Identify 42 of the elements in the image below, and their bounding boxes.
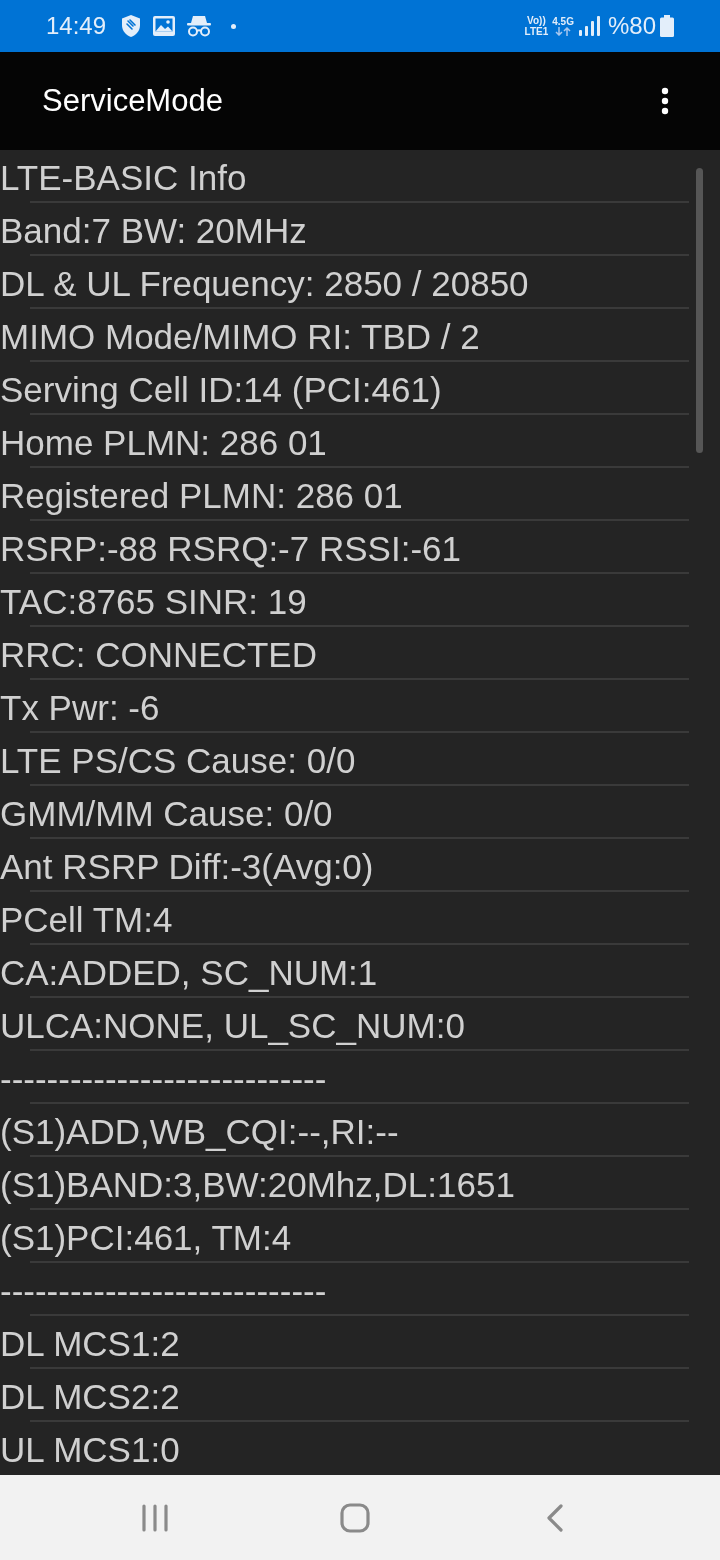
info-line: LTE-BASIC Info (0, 158, 247, 198)
info-line: Registered PLMN: 286 01 (0, 476, 403, 516)
home-icon[interactable] (340, 1502, 370, 1533)
info-line: RSRP:-88 RSRQ:-7 RSSI:-61 (0, 529, 461, 569)
info-line: LTE PS/CS Cause: 0/0 (0, 741, 356, 781)
network-type-label: 4.5G (552, 16, 574, 27)
shield-icon (120, 14, 143, 38)
info-line: DL & UL Frequency: 2850 / 20850 (0, 264, 529, 304)
dot-icon (231, 23, 237, 29)
image-icon (153, 16, 176, 36)
app-title: ServiceMode (42, 83, 223, 119)
more-options-icon[interactable] (661, 87, 669, 115)
battery-icon (660, 15, 674, 37)
data-arrows-icon (555, 27, 572, 36)
back-icon[interactable] (547, 1503, 563, 1532)
info-line: (S1)BAND:3,BW:20Mhz,DL:1651 (0, 1165, 515, 1205)
signal-icon (578, 16, 600, 36)
info-line: MIMO Mode/MIMO RI: TBD / 2 (0, 317, 480, 357)
info-line: (S1)ADD,WB_CQI:--,RI:-- (0, 1112, 399, 1152)
info-line: TAC:8765 SINR: 19 (0, 582, 307, 622)
info-line: GMM/MM Cause: 0/0 (0, 794, 333, 834)
info-line: Ant RSRP Diff:-3(Avg:0) (0, 847, 374, 887)
info-line: Band:7 BW: 20MHz (0, 211, 307, 251)
status-time: 14:49 (46, 12, 107, 40)
info-line: CA:ADDED, SC_NUM:1 (0, 953, 378, 993)
info-line: ---------------------------- (0, 1059, 327, 1099)
info-line: Tx Pwr: -6 (0, 688, 160, 728)
incognito-icon (186, 15, 213, 37)
info-line: RRC: CONNECTED (0, 635, 317, 675)
info-line: ULCA:NONE, UL_SC_NUM:0 (0, 1006, 465, 1046)
info-line: ---------------------------- (0, 1271, 327, 1311)
recents-icon[interactable] (142, 1503, 168, 1532)
info-line: Serving Cell ID:14 (PCI:461) (0, 370, 442, 410)
battery-percent: %80 (607, 12, 656, 40)
info-line: PCell TM:4 (0, 900, 173, 940)
info-line: Home PLMN: 286 01 (0, 423, 327, 463)
volte-sim-label: LTE1 (524, 26, 549, 37)
info-line: (S1)PCI:461, TM:4 (0, 1218, 292, 1258)
info-line: UL MCS1:0 (0, 1430, 180, 1470)
volte-label: Vo)) (527, 15, 546, 26)
info-line: DL MCS1:2 (0, 1324, 180, 1364)
info-line: DL MCS2:2 (0, 1377, 180, 1417)
